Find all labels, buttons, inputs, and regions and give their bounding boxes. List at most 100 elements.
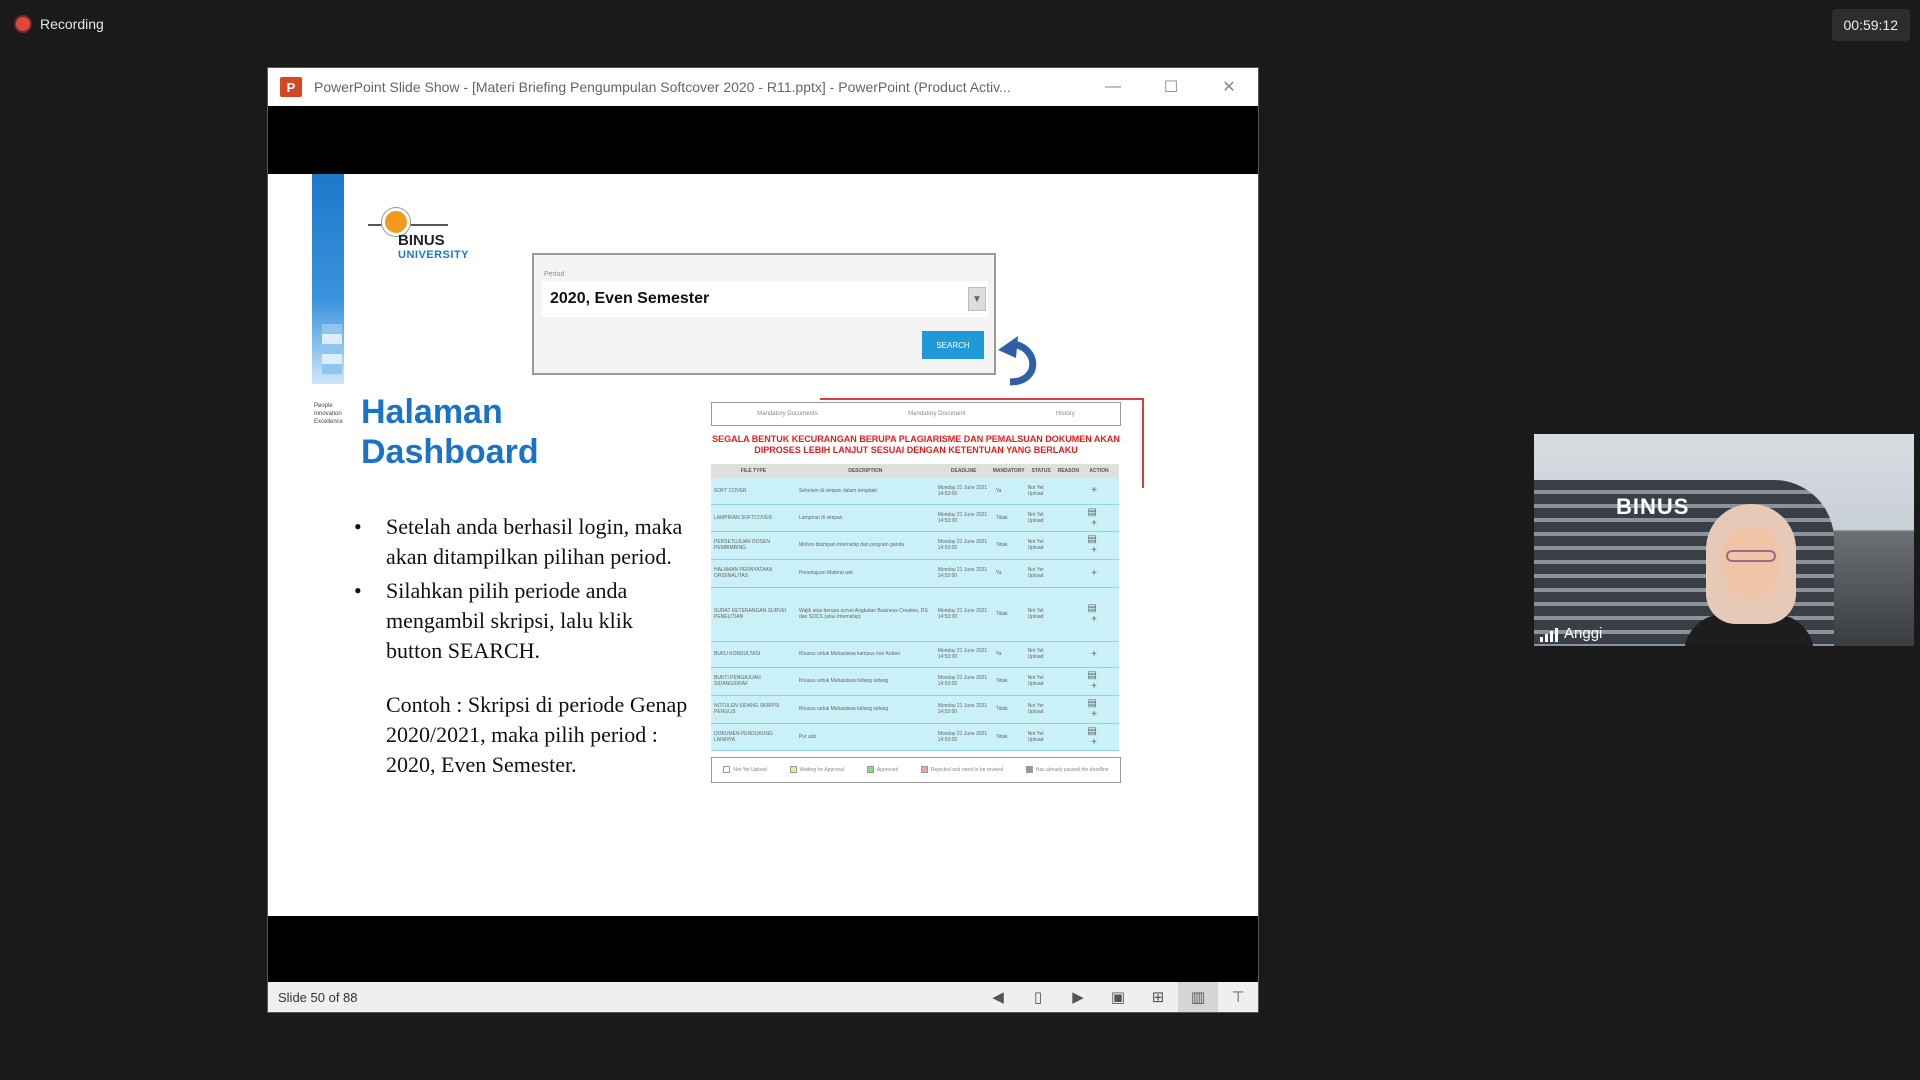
- slideshow-statusbar: Slide 50 of 88 ◀ ▯ ▶ ▣ ⊞ ▥ ⊤: [268, 982, 1258, 1012]
- close-button[interactable]: ✕: [1200, 68, 1258, 106]
- table-cell: Monday 21 June 2021 14:53:00: [934, 667, 993, 696]
- powerpoint-icon: P: [280, 77, 302, 97]
- table-cell: HALAMAN PERNYATAAN ORISINALITAS: [711, 559, 796, 588]
- table-cell: Monday 21 June 2021 14:53:00: [934, 559, 993, 588]
- table-cell: [1057, 667, 1079, 696]
- table-row: HALAMAN PERNYATAAN ORISINALITAS Persetuju…: [711, 559, 1119, 588]
- row-actions[interactable]: ▤ +: [1079, 587, 1119, 642]
- row-actions[interactable]: +: [1079, 559, 1119, 588]
- table-cell: Not Yet Upload: [1024, 641, 1058, 668]
- row-actions[interactable]: ▤ +: [1079, 667, 1119, 696]
- plagiarism-warning: SEGALA BENTUK KECURANGAN BERUPA PLAGIARI…: [712, 434, 1120, 455]
- table-cell: [1057, 478, 1079, 505]
- participant-name: Anggi: [1540, 625, 1602, 642]
- previous-slide-icon[interactable]: ◀: [978, 982, 1018, 1012]
- legend-item: Has already passed the deadline: [1025, 766, 1109, 773]
- table-cell: Ya: [992, 559, 1025, 588]
- dash-tab: Mandatory Document: [908, 411, 966, 417]
- letterbox-bottom: [268, 916, 1258, 984]
- bullet-item: • Silahkan pilih periode anda mengambil …: [354, 578, 633, 663]
- table-cell: Not Yet Upload: [1024, 478, 1058, 505]
- table-header: REASON: [1057, 464, 1079, 478]
- window-titlebar: P PowerPoint Slide Show - [Materi Briefi…: [268, 68, 1258, 106]
- row-actions[interactable]: ▤ +: [1079, 531, 1119, 560]
- table-header: STATUS: [1024, 464, 1058, 478]
- table-cell: Not Yet Upload: [1024, 587, 1058, 642]
- table-cell: BUKU KONSULTASI: [711, 641, 796, 668]
- table-cell: Monday 21 June 2021 14:53:00: [934, 504, 993, 532]
- minimize-button[interactable]: —: [1084, 68, 1142, 106]
- table-row: PERSETUJUAN DOSEN PEMBIMBING Mohon disimp…: [711, 531, 1119, 560]
- slide-canvas[interactable]: BINUS UNIVERSITY People Innovation Excel…: [268, 174, 1258, 916]
- table-cell: Wajib atas berupa survei Angkatan Busine…: [795, 587, 935, 642]
- table-cell: Tidak: [992, 531, 1025, 560]
- legend-item: Waiting for Approval: [789, 766, 844, 773]
- status-legend: Not Yet Upload Waiting for Approval Appr…: [711, 756, 1121, 783]
- table-cell: Tidak: [992, 667, 1025, 696]
- period-label: Period: [544, 271, 565, 278]
- table-cell: [1057, 695, 1079, 724]
- webcam-tile[interactable]: BINUS Anggi: [1534, 434, 1914, 646]
- maximize-button[interactable]: ☐: [1142, 68, 1200, 106]
- table-cell: Not Yet Upload: [1024, 531, 1058, 560]
- highlight-line: [1142, 398, 1144, 488]
- row-actions[interactable]: +: [1079, 641, 1119, 668]
- slide-sorter-icon[interactable]: ⊞: [1138, 982, 1178, 1012]
- table-cell: Sebelum di simpan dalam template: [795, 478, 935, 505]
- search-button[interactable]: SEARCH: [922, 331, 984, 359]
- table-cell: PERSETUJUAN DOSEN PEMBIMBING: [711, 531, 796, 560]
- table-cell: DOKUMEN PENDUKUNG LAINNYA: [711, 723, 796, 751]
- window-title: PowerPoint Slide Show - [Materi Briefing…: [314, 79, 1011, 95]
- table-cell: Khusus untuk Mahasiswa bidang sidang: [795, 695, 935, 724]
- table-cell: Monday 21 June 2021 14:53:00: [934, 478, 993, 505]
- slideshow-icon[interactable]: ⊤: [1218, 982, 1258, 1012]
- blue-strip-decoration: [312, 174, 344, 384]
- dashboard-screenshot: Mandatory Documents Mandatory Document H…: [711, 402, 1121, 854]
- participant-video: [1684, 504, 1814, 646]
- table-cell: Mohon disimpan Internship dan program ga…: [795, 531, 935, 560]
- table-row: BUKTI PENGAJUAN SIDANG/DRAF Khusus untuk …: [711, 667, 1119, 696]
- table-cell: Not Yet Upload: [1024, 667, 1058, 696]
- row-actions[interactable]: ▤ +: [1079, 504, 1119, 532]
- row-actions[interactable]: +: [1079, 478, 1119, 505]
- meeting-timer: 00:59:12: [1831, 9, 1910, 41]
- table-cell: Khusus untuk Mahasiswa kampus non Kebon: [795, 641, 935, 668]
- table-cell: Persetujuan Materai asli: [795, 559, 935, 588]
- powerpoint-window: P PowerPoint Slide Show - [Materi Briefi…: [267, 67, 1259, 1013]
- normal-view-icon[interactable]: ▣: [1098, 982, 1138, 1012]
- table-cell: LAMPIRAN SOFTCOVER: [711, 504, 796, 532]
- table-cell: Not Yet Upload: [1024, 695, 1058, 724]
- slide-counter: Slide 50 of 88: [278, 989, 358, 1005]
- table-cell: Khusus untuk Mahasiswa bidang sidang: [795, 667, 935, 696]
- table-header: DEADLINE: [934, 464, 993, 478]
- dashboard-tabs: Mandatory Documents Mandatory Document H…: [711, 402, 1121, 426]
- table-row: SOFT COVER Sebelum di simpan dalam templa…: [711, 478, 1119, 505]
- chevron-down-icon[interactable]: ▼: [968, 287, 986, 311]
- table-header: ACTION: [1079, 464, 1119, 478]
- table-cell: SURAT KETERANGAN SURVEI PENELITIAN: [711, 587, 796, 642]
- table-cell: SOFT COVER: [711, 478, 796, 505]
- recording-label: Recording: [40, 16, 104, 32]
- row-actions[interactable]: ▤ +: [1079, 695, 1119, 724]
- table-cell: Pur ado: [795, 723, 935, 751]
- logo-name: BINUS: [398, 232, 445, 249]
- table-cell: Not Yet Upload: [1024, 504, 1058, 532]
- table-cell: Tidak: [992, 695, 1025, 724]
- row-actions[interactable]: ▤ +: [1079, 723, 1119, 751]
- slide-menu-icon[interactable]: ▯: [1018, 982, 1058, 1012]
- table-header: DESCRIPTION: [795, 464, 935, 478]
- period-selector-panel: Period 2020, Even Semester ▼ SEARCH: [532, 253, 996, 375]
- table-cell: [1057, 559, 1079, 588]
- slide-heading: Halaman Dashboard: [361, 393, 539, 471]
- table-header: MANDATORY: [992, 464, 1025, 478]
- bullet-item: • Setelah anda berhasil login, maka akan…: [354, 514, 683, 569]
- legend-item: Not Yet Upload: [723, 766, 767, 773]
- table-cell: [1057, 504, 1079, 532]
- table-cell: Monday 21 June 2021 14:53:00: [934, 531, 993, 560]
- reading-view-icon[interactable]: ▥: [1178, 982, 1218, 1012]
- period-dropdown[interactable]: 2020, Even Semester ▼: [542, 281, 988, 317]
- table-cell: Lampiran di simpan: [795, 504, 935, 532]
- table-cell: [1057, 641, 1079, 668]
- next-slide-icon[interactable]: ▶: [1058, 982, 1098, 1012]
- table-cell: Not Yet Upload: [1024, 559, 1058, 588]
